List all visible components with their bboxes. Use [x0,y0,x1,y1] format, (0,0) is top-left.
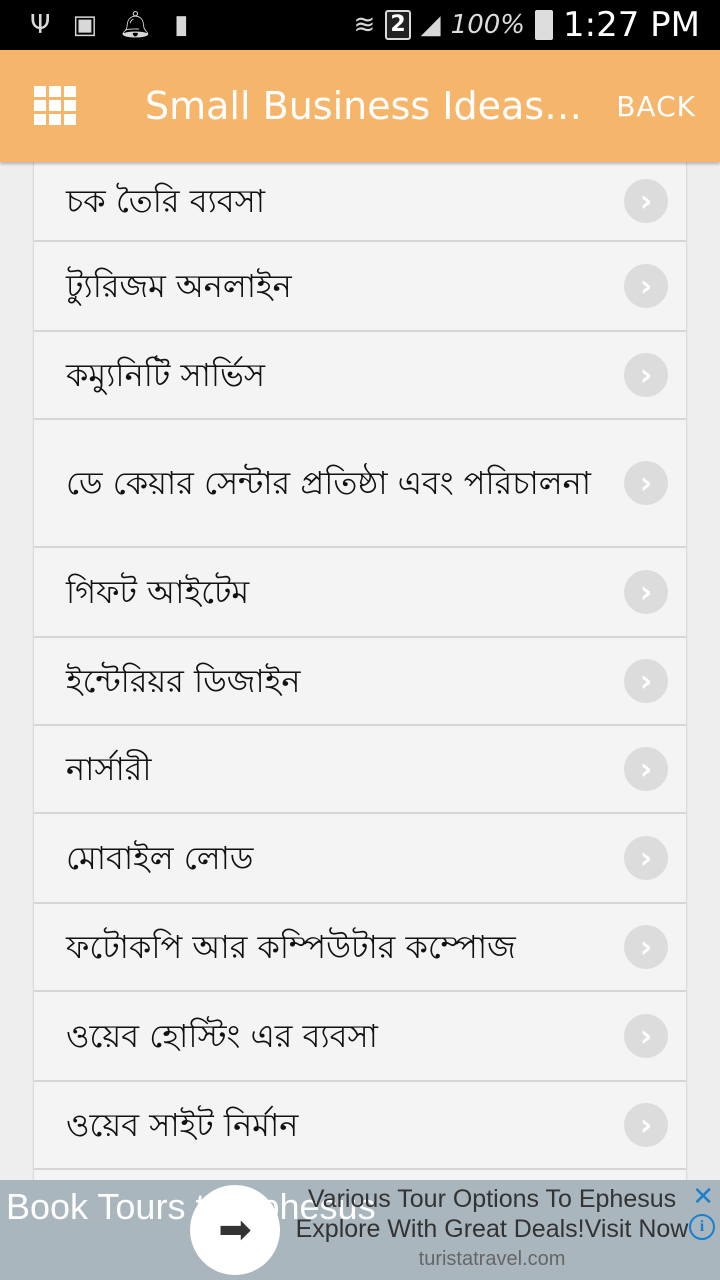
list-item-label: ইন্টেরিয়র ডিজাইন [66,662,301,700]
list-item-label: ওয়েব হোস্টিং এর ব্যবসা [66,1017,378,1055]
list-item-label: ট্যুরিজম অনলাইন [66,267,292,305]
list-item-label: চক তৈরি ব্যবসা [66,182,266,220]
list-item-label: নার্সারী [66,750,152,788]
chevron-right-icon[interactable]: › [624,747,668,791]
ad-banner[interactable]: Book Tours to Ephesus ➡ Various Tour Opt… [0,1180,720,1280]
chevron-right-icon[interactable]: › [624,264,668,308]
grid-menu-icon[interactable] [34,86,78,126]
signal-icon: ◢ [420,10,441,40]
chevron-right-icon[interactable]: › [624,1103,668,1147]
chevron-right-icon[interactable]: › [624,836,668,880]
list-item-label: কম্যুনিটি সার্ভিস [66,356,266,394]
list-item[interactable]: ওয়েব সাইট নির্মান › [34,1082,686,1170]
status-bar: Ψ ▣ 🔔︎ ▮ ≋ 2 ◢ 100% 1:27 PM [0,0,720,50]
list-item[interactable]: ফ্রিল্যান্সিং› [34,1170,686,1180]
sim-indicator: 2 [385,10,411,40]
ad-domain: turistatravel.com [418,1248,566,1270]
app-bar: Small Business Ideas in Bangla BACK [0,50,720,162]
list-item[interactable]: ওয়েব হোস্টিং এর ব্যবসা › [34,992,686,1082]
back-button[interactable]: BACK [616,90,696,123]
info-icon[interactable]: i [689,1214,715,1240]
chevron-right-icon[interactable]: › [624,570,668,614]
usb-icon: Ψ [30,10,51,40]
ad-line-2: Explore With Great Deals!Visit Now [295,1215,689,1243]
list-item[interactable]: নার্সারী › [34,726,686,814]
battery-percentage: 100% [450,10,525,40]
chevron-right-icon[interactable]: › [624,659,668,703]
list-item[interactable]: চক তৈরি ব্যবসা › [34,162,686,242]
list-item[interactable]: কম্যুনিটি সার্ভিস › [34,332,686,420]
chevron-right-icon[interactable]: › [624,461,668,505]
arrow-right-icon[interactable]: ➡ [190,1185,280,1275]
list-item[interactable]: ইন্টেরিয়র ডিজাইন › [34,638,686,726]
list-item-label: ডে কেয়ার সেন্টার প্রতিষ্ঠা এবং পরিচালনা [66,464,592,502]
list-item[interactable]: ফটোকপি আর কম্পিউটার কম্পোজ › [34,904,686,992]
clock: 1:27 PM [563,5,700,45]
list-item-label: গিফট আইটেম [66,573,250,611]
notification-icon: 🔔︎ [119,10,153,40]
chevron-right-icon[interactable]: › [624,179,668,223]
page-title: Small Business Ideas in Bangla [145,84,585,128]
chevron-right-icon[interactable]: › [624,1014,668,1058]
list-item-label: ওয়েব সাইট নির্মান [66,1106,299,1144]
ad-line-1: Various Tour Options To Ephesus [307,1185,677,1213]
battery-full-icon: ▮ [174,10,189,40]
chevron-right-icon[interactable]: › [624,925,668,969]
list-item[interactable]: ডে কেয়ার সেন্টার প্রতিষ্ঠা এবং পরিচালনা… [34,420,686,548]
chevron-right-icon[interactable]: › [624,353,668,397]
battery-icon [535,10,553,40]
list-item[interactable]: ট্যুরিজম অনলাইন › [34,242,686,332]
list-item[interactable]: মোবাইল লোড › [34,814,686,904]
list-item-label: ফটোকপি আর কম্পিউটার কম্পোজ [66,928,516,966]
close-icon[interactable]: ✕ [692,1184,714,1210]
ad-description[interactable]: Various Tour Options To Ephesus Explore … [292,1184,692,1244]
list-item[interactable]: গিফট আইটেম › [34,548,686,638]
list-item-label: মোবাইল লোড [66,839,254,877]
wifi-icon: ≋ [353,10,376,40]
topic-list[interactable]: চক তৈরি ব্যবসা › ট্যুরিজম অনলাইন › কম্যুনিটি… [34,162,686,1180]
image-icon: ▣ [72,10,98,40]
